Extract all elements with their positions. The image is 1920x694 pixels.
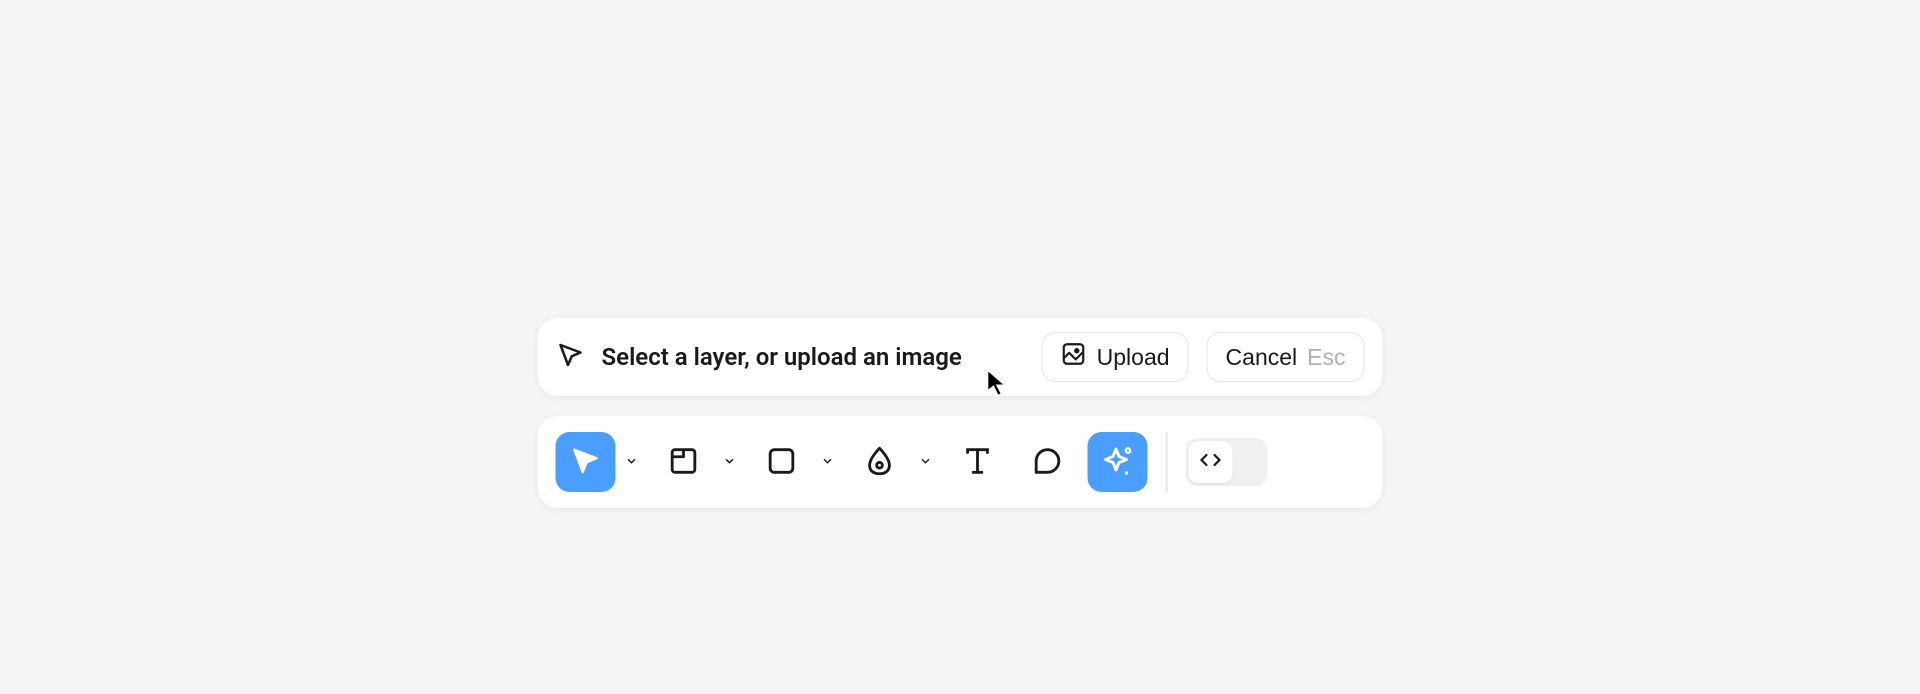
- sparkle-icon: [1100, 443, 1136, 482]
- text-tool-button[interactable]: [948, 432, 1008, 492]
- toolbar: [538, 416, 1383, 508]
- prompt-bar: Select a layer, or upload an image Uploa…: [538, 318, 1383, 396]
- tool-group-rectangle: [752, 432, 840, 492]
- design-mode-option[interactable]: [1188, 441, 1232, 483]
- dev-mode-option[interactable]: [1232, 441, 1264, 483]
- tool-group-comment: [1018, 432, 1078, 492]
- tool-group-move: [556, 432, 644, 492]
- chevron-down-icon: [919, 454, 933, 471]
- move-dropdown-button[interactable]: [620, 432, 644, 492]
- chevron-down-icon: [625, 454, 639, 471]
- text-icon: [961, 444, 995, 481]
- cursor-icon: [556, 340, 586, 374]
- ai-tool-button[interactable]: [1088, 432, 1148, 492]
- comment-tool-button[interactable]: [1018, 432, 1078, 492]
- cancel-label: Cancel: [1226, 344, 1298, 371]
- prompt-text: Select a layer, or upload an image: [602, 343, 962, 371]
- code-icon: [1198, 448, 1222, 476]
- rectangle-tool-button[interactable]: [752, 432, 812, 492]
- tool-group-frame: [654, 432, 742, 492]
- prompt-left: Select a layer, or upload an image: [556, 340, 1024, 374]
- chevron-down-icon: [723, 454, 737, 471]
- pen-dropdown-button[interactable]: [914, 432, 938, 492]
- tool-group-ai: [1088, 432, 1148, 492]
- upload-label: Upload: [1097, 344, 1170, 371]
- pen-icon: [863, 444, 897, 481]
- tool-group-pen: [850, 432, 938, 492]
- frame-dropdown-button[interactable]: [718, 432, 742, 492]
- move-tool-button[interactable]: [556, 432, 616, 492]
- dev-mode-toggle[interactable]: [1185, 438, 1267, 486]
- comment-icon: [1031, 444, 1065, 481]
- frame-icon: [667, 444, 701, 481]
- toolbar-divider: [1166, 432, 1168, 492]
- rectangle-icon: [765, 444, 799, 481]
- move-cursor-icon: [569, 444, 603, 481]
- pen-tool-button[interactable]: [850, 432, 910, 492]
- rectangle-dropdown-button[interactable]: [816, 432, 840, 492]
- chevron-down-icon: [821, 454, 835, 471]
- cancel-button[interactable]: Cancel Esc: [1207, 332, 1365, 382]
- cancel-shortcut: Esc: [1307, 344, 1345, 371]
- tool-group-text: [948, 432, 1008, 492]
- image-icon: [1061, 341, 1087, 373]
- frame-tool-button[interactable]: [654, 432, 714, 492]
- upload-button[interactable]: Upload: [1042, 332, 1189, 382]
